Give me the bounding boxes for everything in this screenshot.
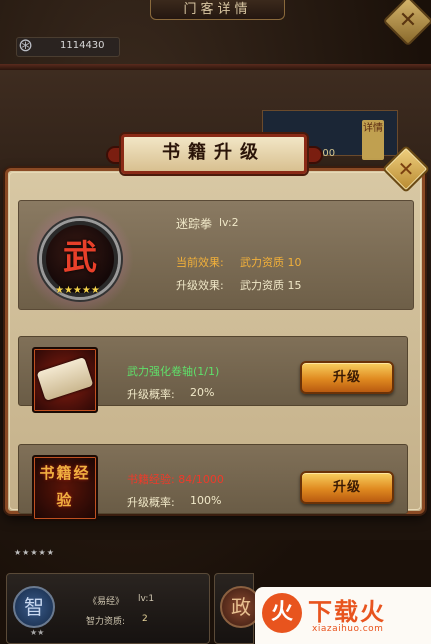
item-name: 武力强化卷轴(1/1) xyxy=(127,365,220,378)
current-effect-value: 武力资质 10 xyxy=(240,256,302,269)
detail-tag[interactable]: 详情 xyxy=(362,120,384,160)
upgrade-button[interactable]: 升级 xyxy=(300,471,394,504)
coin-icon: ⊛ xyxy=(18,35,34,56)
card-stars: ★★ xyxy=(30,628,45,637)
close-icon: ✕ xyxy=(398,8,418,33)
screen-title: 门客详情 xyxy=(150,0,285,20)
card-level: lv:1 xyxy=(138,594,155,604)
currency-value: 1114430 xyxy=(60,40,105,51)
next-effect-value: 武力资质 15 xyxy=(240,279,302,292)
intelligence-icon: 智 xyxy=(13,586,55,628)
watermark-logo-icon: 火 xyxy=(262,593,302,633)
next-effect-label: 升级效果: xyxy=(176,279,224,292)
upgrade-probability-label: 升级概率: xyxy=(127,388,175,401)
header-divider xyxy=(0,64,431,70)
close-icon[interactable]: ✕ xyxy=(389,152,423,186)
upgrade-probability-value: 20% xyxy=(190,386,215,399)
skill-name: 迷踪拳 xyxy=(176,217,213,231)
watermark-url: xiazaihuo.com xyxy=(312,624,384,634)
card-stat-label: 智力资质: xyxy=(86,617,126,627)
item-name: 书籍经验: 84/1000 xyxy=(127,473,224,486)
upgrade-probability-label: 升级概率: xyxy=(127,496,175,509)
watermark-text: 下载火 xyxy=(308,598,386,626)
card-book-name: 《易经》 xyxy=(88,597,125,607)
dialog-title: 书籍升级 xyxy=(162,142,266,163)
skill-level: lv:2 xyxy=(219,216,239,229)
current-effect-label: 当前效果: xyxy=(176,256,224,269)
skill-stars: ★★★★★ xyxy=(55,285,100,296)
card-stat-value: 2 xyxy=(142,614,148,624)
upgrade-probability-value: 100% xyxy=(190,494,222,507)
background-stars: ★★★★★ xyxy=(14,548,55,557)
book-exp-icon-text: 书籍经验 xyxy=(39,464,91,509)
upgrade-button[interactable]: 升级 xyxy=(300,361,394,394)
